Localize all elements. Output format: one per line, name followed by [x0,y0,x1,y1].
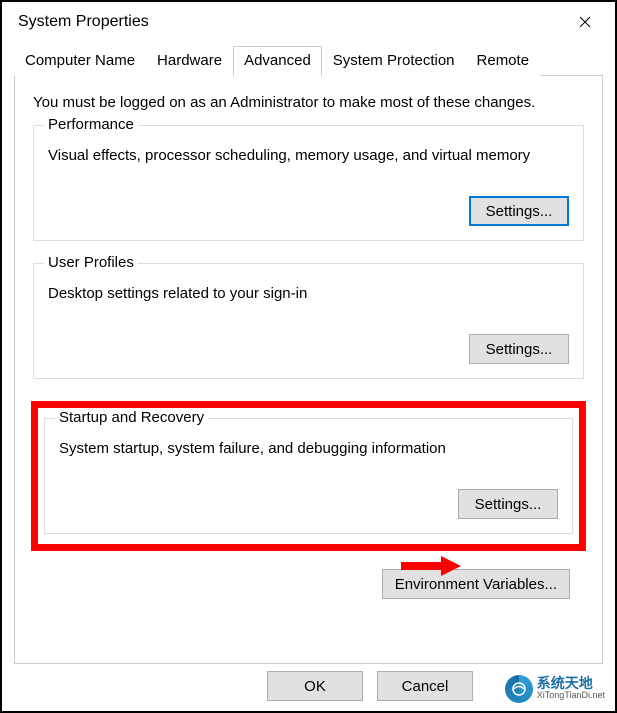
close-button[interactable] [567,8,603,36]
performance-legend: Performance [44,116,138,133]
highlight-annotation: Startup and Recovery System startup, sys… [31,401,586,551]
user-profiles-settings-button[interactable]: Settings... [469,334,569,364]
watermark-text: 系统天地 XiTongTianDi.net [537,677,605,701]
performance-settings-button[interactable]: Settings... [469,196,569,226]
performance-desc: Visual effects, processor scheduling, me… [48,146,569,166]
startup-recovery-button-row: Settings... [59,489,558,519]
system-properties-window: System Properties Computer Name Hardware… [0,0,617,713]
tab-hardware[interactable]: Hardware [146,46,233,76]
performance-button-row: Settings... [48,196,569,226]
tab-remote[interactable]: Remote [466,46,541,76]
environment-variables-button[interactable]: Environment Variables... [382,569,570,599]
titlebar: System Properties [2,2,615,46]
tab-strip: Computer Name Hardware Advanced System P… [14,46,603,76]
intro-text: You must be logged on as an Administrato… [33,94,588,111]
tab-computer-name[interactable]: Computer Name [14,46,146,76]
watermark-icon [505,675,533,703]
user-profiles-desc: Desktop settings related to your sign-in [48,284,569,304]
performance-group: Performance Visual effects, processor sc… [33,125,584,241]
watermark-chinese: 系统天地 [537,677,605,689]
watermark-url: XiTongTianDi.net [537,689,605,701]
startup-recovery-desc: System startup, system failure, and debu… [59,439,558,459]
advanced-panel: You must be logged on as an Administrato… [14,76,603,664]
user-profiles-button-row: Settings... [48,334,569,364]
watermark: 系统天地 XiTongTianDi.net [505,675,605,703]
tab-system-protection[interactable]: System Protection [322,46,466,76]
startup-recovery-settings-button[interactable]: Settings... [458,489,558,519]
startup-recovery-group: Startup and Recovery System startup, sys… [44,418,573,534]
user-profiles-group: User Profiles Desktop settings related t… [33,263,584,379]
user-profiles-legend: User Profiles [44,254,138,271]
env-button-row: Environment Variables... [29,569,570,599]
content-area: Computer Name Hardware Advanced System P… [2,46,615,664]
close-icon [579,16,591,28]
tab-advanced[interactable]: Advanced [233,46,322,76]
ok-button[interactable]: OK [267,671,363,701]
window-title: System Properties [18,13,149,31]
startup-recovery-legend: Startup and Recovery [55,409,208,426]
cancel-button[interactable]: Cancel [377,671,473,701]
